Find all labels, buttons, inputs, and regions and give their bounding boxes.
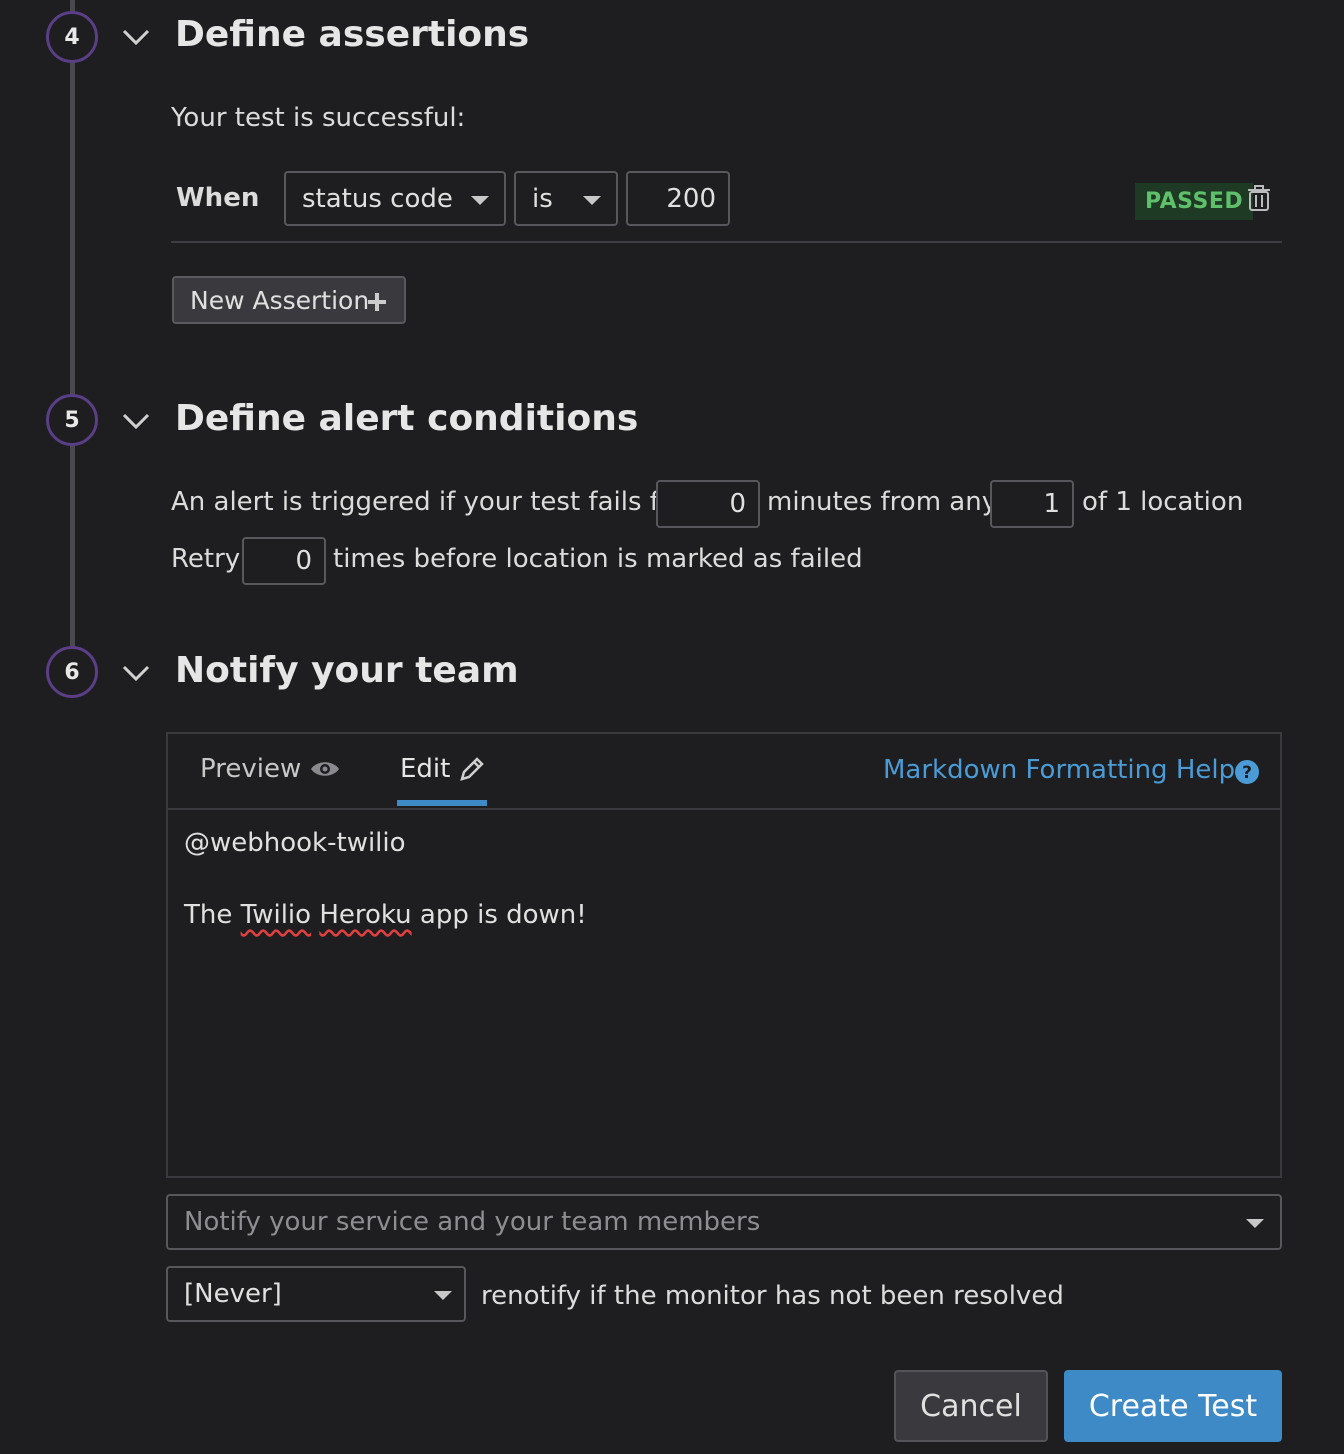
renotify-text: renotify if the monitor has not been res… [481, 1281, 1064, 1311]
misspelled-word: Heroku [319, 900, 412, 930]
caret-down-icon [471, 196, 489, 205]
chevron-down-icon[interactable] [121, 22, 151, 52]
chevron-down-icon[interactable] [121, 658, 151, 688]
message-line: @webhook-twilio [184, 828, 406, 858]
new-assertion-button[interactable]: New Assertion [172, 276, 406, 324]
plus-icon [368, 293, 386, 311]
when-label: When [176, 183, 260, 213]
tab-preview-label: Preview [200, 754, 302, 784]
assertion-field-value: status code [302, 183, 453, 214]
new-assertion-label: New Assertion [190, 285, 370, 315]
recipients-placeholder: Notify your service and your team member… [184, 1207, 761, 1237]
alert-minutes-value: 0 [729, 489, 746, 519]
step-number-badge: 6 [46, 646, 98, 698]
renotify-value: [Never] [184, 1279, 282, 1309]
caret-down-icon [434, 1291, 452, 1300]
alert-text-before: An alert is triggered if your test fails… [171, 487, 686, 517]
message-text: app is down! [411, 900, 587, 930]
assertion-operator-value: is [532, 183, 553, 214]
tab-edit-label: Edit [400, 754, 451, 784]
renotify-select[interactable]: [Never] [166, 1266, 466, 1322]
help-icon[interactable]: ? [1234, 759, 1260, 785]
cancel-button[interactable]: Cancel [894, 1370, 1048, 1442]
retry-value: 0 [295, 546, 312, 576]
tab-preview[interactable]: Preview [200, 754, 341, 784]
alert-minutes-input[interactable]: 0 [656, 480, 760, 528]
markdown-help-link[interactable]: Markdown Formatting Help [883, 755, 1235, 785]
alert-text-after: of 1 location [1082, 487, 1244, 517]
misspelled-word: Twilio [240, 900, 312, 930]
chevron-down-icon[interactable] [121, 406, 151, 436]
assertions-intro: Your test is successful: [171, 103, 466, 133]
timeline-line [70, 0, 75, 672]
recipients-select[interactable]: Notify your service and your team member… [166, 1194, 1282, 1250]
retry-input[interactable]: 0 [242, 537, 326, 585]
message-textarea[interactable]: @webhook-twilio The Twilio Heroku app is… [168, 810, 1280, 1176]
step-number-badge: 5 [46, 394, 98, 446]
pencil-icon [460, 757, 485, 781]
status-badge: PASSED [1135, 183, 1254, 220]
section-title: Notify your team [175, 650, 519, 691]
create-test-button[interactable]: Create Test [1064, 1370, 1282, 1442]
svg-text:?: ? [1242, 763, 1252, 783]
alert-locations-input[interactable]: 1 [990, 480, 1074, 528]
caret-down-icon [1246, 1219, 1264, 1228]
tab-edit[interactable]: Edit [400, 754, 486, 784]
retry-label: Retry [171, 544, 241, 574]
step-number-badge: 4 [46, 11, 98, 63]
section-title: Define assertions [175, 14, 530, 55]
message-line: The Twilio Heroku app is down! [184, 900, 587, 930]
message-text: The [184, 900, 241, 930]
message-editor: Preview Edit Markdown Formatting Help ? … [166, 732, 1282, 1178]
retry-suffix: times before location is marked as faile… [333, 544, 863, 574]
eye-icon [311, 762, 340, 776]
alert-text-middle: minutes from any [767, 487, 998, 517]
alert-locations-value: 1 [1043, 489, 1060, 519]
assertion-operator-select[interactable]: is [514, 171, 618, 226]
section-title: Define alert conditions [175, 398, 639, 439]
assertion-target-value: 200 [666, 183, 716, 214]
trash-icon[interactable] [1247, 185, 1271, 212]
active-tab-indicator [397, 800, 487, 806]
assertion-field-select[interactable]: status code [284, 171, 506, 226]
assertion-target-input[interactable]: 200 [626, 171, 730, 226]
caret-down-icon [583, 196, 601, 205]
assertion-divider [171, 241, 1282, 243]
